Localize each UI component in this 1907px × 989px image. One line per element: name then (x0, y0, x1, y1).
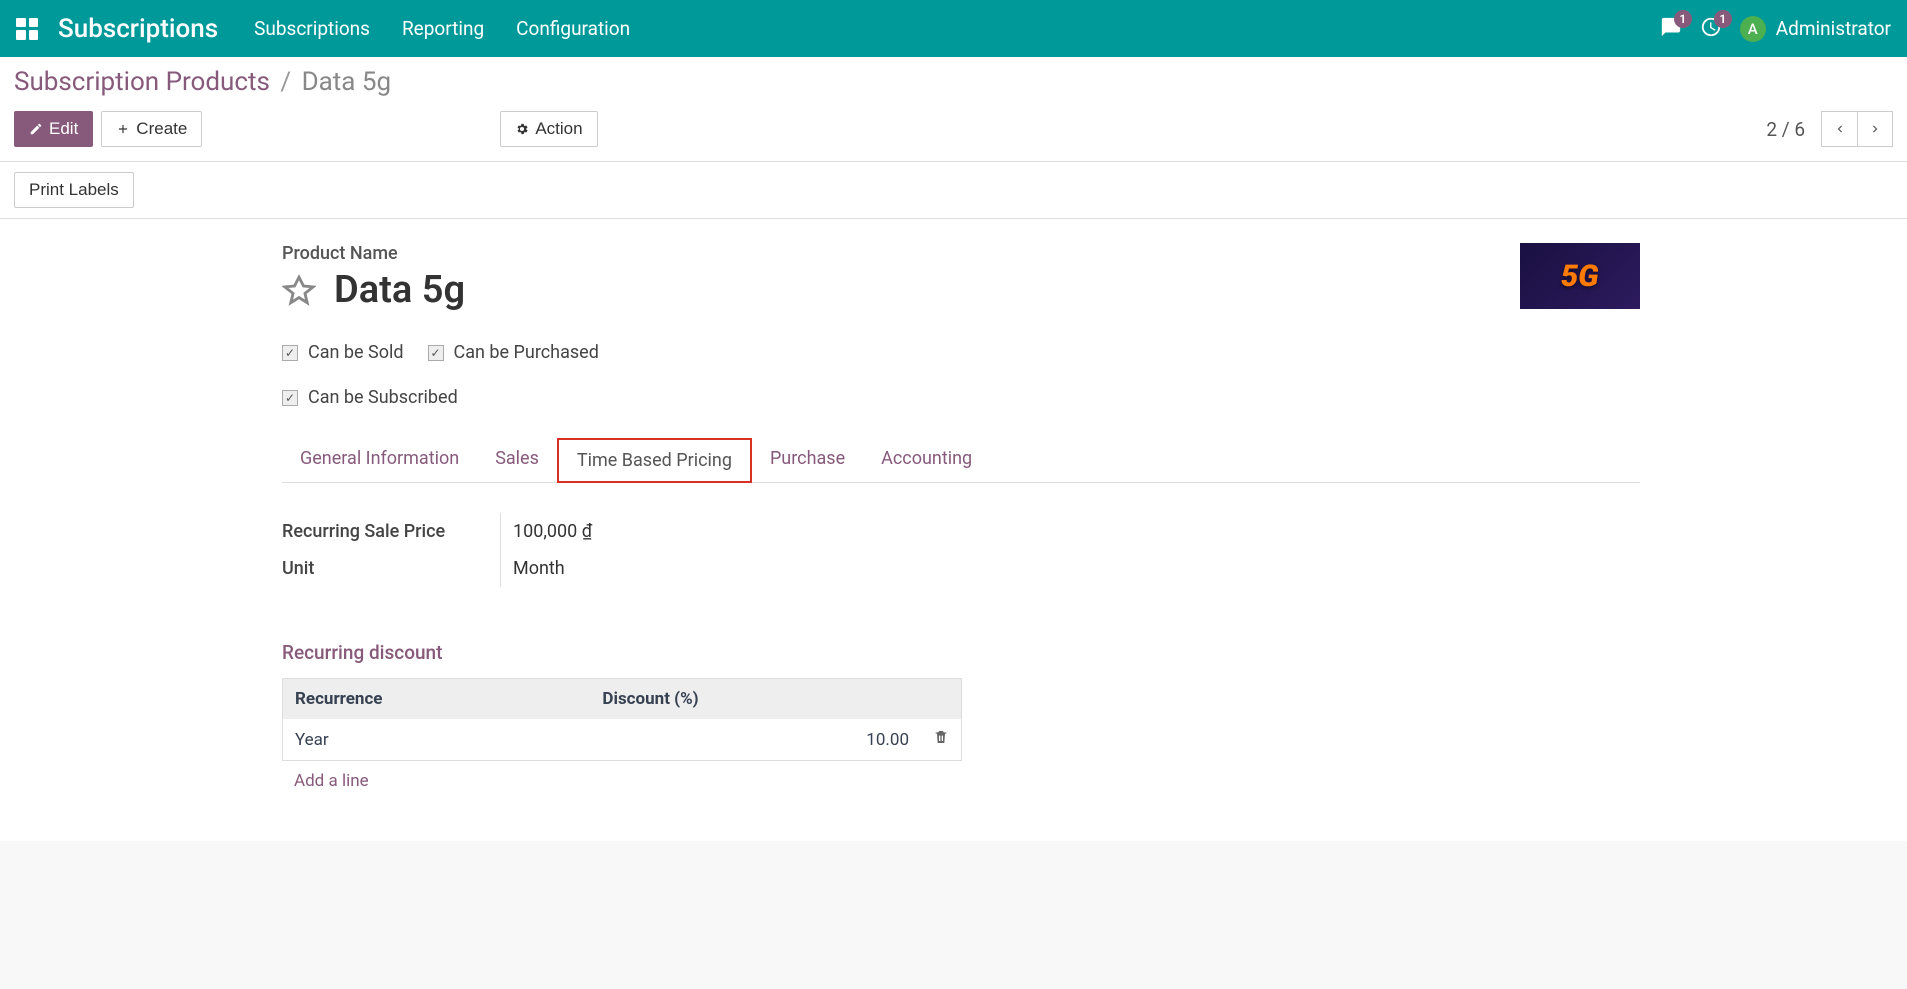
can-be-subscribed-checkbox[interactable]: ✓ Can be Subscribed (282, 387, 458, 408)
chevron-right-icon (1868, 122, 1882, 136)
user-name: Administrator (1776, 17, 1891, 40)
pager-next[interactable] (1857, 111, 1893, 147)
th-recurrence: Recurrence (283, 679, 591, 720)
checkbox-checked-icon: ✓ (428, 345, 444, 361)
pager-prev[interactable] (1821, 111, 1857, 147)
edit-button[interactable]: Edit (14, 111, 93, 147)
add-a-line[interactable]: Add a line (282, 761, 381, 801)
unit-label: Unit (282, 558, 500, 579)
activities-icon[interactable]: 1 (1700, 16, 1722, 42)
brand-title: Subscriptions (58, 14, 218, 44)
tab-accounting[interactable]: Accounting (863, 438, 990, 482)
avatar: A (1740, 16, 1766, 42)
product-image[interactable]: 5G (1520, 243, 1640, 309)
action-button[interactable]: Action (500, 111, 597, 147)
checkbox-checked-icon: ✓ (282, 390, 298, 406)
recurring-price-label: Recurring Sale Price (282, 521, 500, 542)
nav-configuration[interactable]: Configuration (516, 17, 630, 40)
messages-badge: 1 (1674, 10, 1692, 28)
user-menu[interactable]: A Administrator (1740, 16, 1891, 42)
can-be-purchased-checkbox[interactable]: ✓ Can be Purchased (428, 342, 599, 363)
create-button[interactable]: Create (101, 111, 202, 147)
plus-icon (116, 122, 130, 136)
nav-reporting[interactable]: Reporting (402, 17, 484, 40)
discount-table: Recurrence Discount (%) Year 10.00 (282, 678, 962, 761)
product-title: Data 5g (334, 268, 465, 312)
table-row[interactable]: Year 10.00 (283, 719, 962, 761)
pager-text[interactable]: 2 / 6 (1766, 118, 1805, 141)
recurring-price-value: 100,000 ₫ (513, 521, 592, 542)
breadcrumb-parent[interactable]: Subscription Products (14, 67, 270, 97)
unit-value: Month (513, 558, 565, 579)
tab-purchase[interactable]: Purchase (752, 438, 863, 482)
print-labels-button[interactable]: Print Labels (14, 172, 134, 208)
tabs: General Information Sales Time Based Pri… (282, 438, 1640, 483)
activities-badge: 1 (1714, 10, 1732, 28)
tab-general-information[interactable]: General Information (282, 438, 477, 482)
tab-sales[interactable]: Sales (477, 438, 557, 482)
th-discount: Discount (%) (590, 679, 921, 720)
nav-subscriptions[interactable]: Subscriptions (254, 17, 370, 40)
product-name-label: Product Name (282, 243, 1500, 264)
gear-icon (515, 122, 529, 136)
checkbox-checked-icon: ✓ (282, 345, 298, 361)
favorite-star-icon[interactable] (282, 273, 316, 307)
cell-discount: 10.00 (590, 719, 921, 761)
trash-icon[interactable] (933, 729, 949, 745)
messages-icon[interactable]: 1 (1660, 16, 1682, 42)
recurring-discount-title: Recurring discount (282, 641, 1640, 664)
pencil-icon (29, 122, 43, 136)
apps-icon[interactable] (16, 18, 38, 40)
chevron-left-icon (1833, 122, 1847, 136)
tab-time-based-pricing[interactable]: Time Based Pricing (557, 438, 752, 483)
breadcrumb-current: Data 5g (302, 67, 392, 97)
can-be-sold-checkbox[interactable]: ✓ Can be Sold (282, 342, 404, 363)
breadcrumb: Subscription Products / Data 5g (14, 67, 1893, 97)
cell-recurrence: Year (283, 719, 591, 761)
